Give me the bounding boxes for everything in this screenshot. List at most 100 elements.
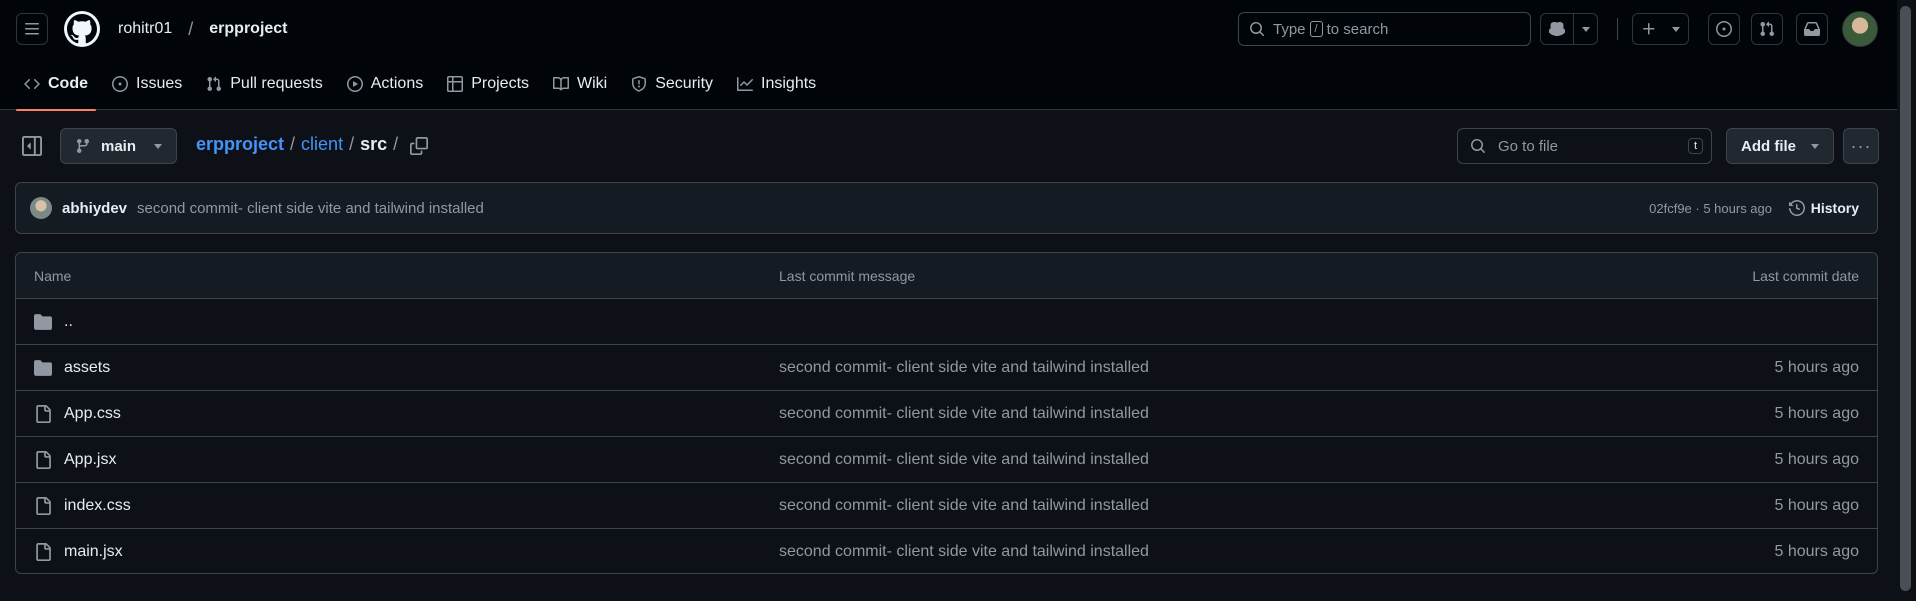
search-icon	[1471, 139, 1485, 153]
commit-message-cell[interactable]: second commit- client side vite and tail…	[779, 497, 1149, 515]
breadcrumb-repo-link[interactable]: erpproject	[196, 134, 284, 155]
commit-date-cell: 5 hours ago	[1774, 404, 1859, 422]
file-name-cell: App.jsx	[34, 450, 116, 469]
table-row[interactable]: index.css second commit- client side vit…	[16, 483, 1877, 529]
plus-icon	[1642, 23, 1654, 35]
tab-insights[interactable]: Insights	[729, 58, 824, 110]
issue-opened-icon	[1716, 21, 1732, 37]
tab-label: Actions	[370, 75, 424, 92]
copilot-dropdown-button[interactable]	[1573, 13, 1598, 45]
menu-button[interactable]	[16, 13, 48, 45]
path-separator: /	[349, 134, 355, 154]
sidebar-toggle-button[interactable]	[22, 136, 42, 156]
shield-icon	[632, 76, 647, 92]
header-date: Last commit date	[1752, 267, 1859, 284]
commit-meta[interactable]: 02fcf9e · 5 hours ago	[1649, 201, 1772, 216]
pull-requests-button[interactable]	[1751, 13, 1783, 45]
breadcrumb-current: src	[360, 134, 388, 154]
commit-message-cell[interactable]: second commit- client side vite and tail…	[779, 543, 1149, 561]
repo-tabs: Code Issues Pull requests Actions Projec…	[0, 58, 1916, 111]
play-icon	[346, 76, 363, 92]
create-new-dropdown[interactable]	[1663, 13, 1689, 45]
sidebar-expand-icon	[22, 136, 42, 156]
branch-selector[interactable]: main	[60, 128, 177, 164]
chevron-down-icon	[1581, 26, 1590, 32]
app-header: rohitr01 / erpproject Type / to search C…	[0, 0, 1916, 111]
commit-date-cell: 5 hours ago	[1774, 358, 1859, 376]
tab-code[interactable]: Code	[16, 58, 96, 111]
file-link[interactable]: App.jsx	[64, 451, 116, 469]
table-row[interactable]: App.css second commit- client side vite …	[16, 391, 1877, 437]
table-row[interactable]: App.jsx second commit- client side vite …	[16, 437, 1877, 483]
tab-actions[interactable]: Actions	[339, 58, 431, 110]
github-logo-icon[interactable]	[64, 11, 100, 47]
avatar[interactable]	[30, 197, 52, 219]
history-icon	[1788, 200, 1805, 216]
folder-icon	[34, 313, 52, 330]
git-pull-request-icon	[207, 76, 222, 92]
add-file-label: Add file	[1741, 137, 1796, 155]
more-options-button[interactable]: ···	[1843, 128, 1879, 164]
copy-icon	[410, 137, 428, 155]
copilot-button[interactable]	[1540, 13, 1574, 45]
search-text-after: to search	[1326, 20, 1389, 38]
repo-breadcrumb: rohitr01 / erpproject	[118, 19, 288, 40]
table-row[interactable]: assets second commit- client side vite a…	[16, 345, 1877, 391]
file-link[interactable]: assets	[64, 359, 110, 377]
chevron-down-icon	[1811, 143, 1819, 149]
tab-projects[interactable]: Projects	[439, 58, 537, 110]
file-icon	[36, 543, 51, 561]
tab-security[interactable]: Security	[623, 58, 721, 110]
git-branch-icon	[76, 139, 89, 154]
commit-message[interactable]: second commit- client side vite and tail…	[137, 200, 484, 217]
user-avatar[interactable]	[1842, 11, 1878, 47]
table-row[interactable]: main.jsx second commit- client side vite…	[16, 529, 1877, 573]
copy-path-button[interactable]	[410, 137, 428, 155]
file-toolbar: main erpproject / client / src / Go to f…	[0, 110, 1916, 182]
file-link[interactable]: App.css	[64, 405, 121, 423]
file-icon	[36, 496, 51, 515]
create-new-button[interactable]	[1632, 13, 1664, 45]
go-to-file-placeholder: Go to file	[1498, 137, 1559, 155]
git-pull-request-icon	[1760, 21, 1775, 37]
repo-link[interactable]: erpproject	[209, 20, 287, 38]
issues-button[interactable]	[1708, 13, 1740, 45]
search-icon	[1250, 22, 1264, 36]
search-input[interactable]: Type / to search	[1238, 12, 1531, 46]
book-icon	[553, 76, 570, 91]
tab-label: Insights	[761, 75, 817, 92]
commit-message-cell[interactable]: second commit- client side vite and tail…	[779, 451, 1149, 469]
tab-wiki[interactable]: Wiki	[545, 58, 615, 110]
tab-issues[interactable]: Issues	[104, 58, 190, 110]
scrollbar-thumb[interactable]	[1900, 6, 1911, 591]
tab-label: Pull requests	[230, 75, 323, 92]
commit-message-cell[interactable]: second commit- client side vite and tail…	[779, 405, 1149, 423]
header-message: Last commit message	[779, 267, 916, 284]
inbox-icon	[1804, 22, 1820, 36]
tab-label: Code	[48, 75, 88, 92]
owner-link[interactable]: rohitr01	[118, 20, 172, 38]
go-to-file-input[interactable]: Go to file t	[1457, 128, 1712, 164]
path-separator: /	[290, 134, 296, 154]
file-path-breadcrumb: erpproject / client / src /	[196, 134, 404, 155]
table-row[interactable]: ..	[16, 299, 1877, 345]
search-key-hint: /	[1309, 21, 1323, 37]
add-file-button[interactable]: Add file	[1726, 128, 1834, 164]
history-button[interactable]: History	[1788, 200, 1859, 216]
kebab-horizontal-icon: ···	[1850, 135, 1872, 156]
tab-label: Projects	[471, 75, 530, 92]
file-link[interactable]: main.jsx	[64, 543, 123, 561]
commit-date-cell: 5 hours ago	[1774, 543, 1859, 560]
tab-pull-requests[interactable]: Pull requests	[198, 58, 331, 110]
breadcrumb-separator: /	[188, 18, 194, 39]
file-icon	[36, 450, 51, 469]
parent-directory-link[interactable]: ..	[64, 313, 73, 331]
breadcrumb-client-link[interactable]: client	[301, 134, 343, 155]
file-link[interactable]: index.css	[64, 497, 131, 515]
file-table: Name Last commit message Last commit dat…	[15, 252, 1878, 574]
inbox-button[interactable]	[1796, 13, 1828, 45]
file-name-cell: ..	[34, 313, 73, 331]
commit-message-cell[interactable]: second commit- client side vite and tail…	[779, 359, 1149, 377]
commit-author[interactable]: abhiydev	[62, 200, 127, 217]
chevron-down-icon	[1671, 26, 1680, 32]
